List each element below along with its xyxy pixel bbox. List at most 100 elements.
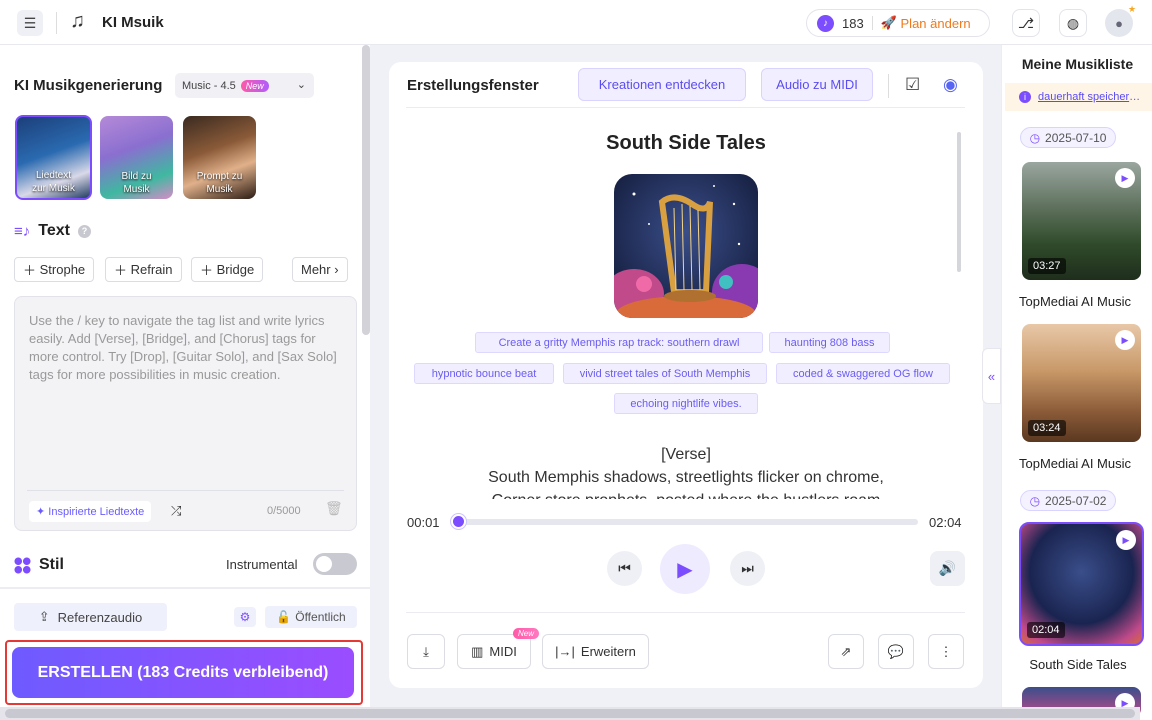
reference-audio-label: Referenzaudio xyxy=(57,609,143,625)
mode-label: Prompt zu Musik xyxy=(196,171,243,195)
shuffle-icon[interactable]: ⤮ xyxy=(171,503,181,519)
menu-icon[interactable]: ☰ xyxy=(17,10,43,36)
more-tags-label: Mehr xyxy=(301,262,331,277)
share-tree-icon[interactable]: ⎇ xyxy=(1012,9,1040,37)
divider xyxy=(888,74,889,98)
credits-plan-pill[interactable]: ♪ 183 🚀 Plan ändern xyxy=(806,9,990,37)
current-time: 00:01 xyxy=(407,515,440,530)
style-tag: echoing nightlife vibes. xyxy=(614,393,758,414)
creation-window: Erstellungsfenster Kreationen entdecken … xyxy=(389,62,983,688)
credit-icon: ♪ xyxy=(817,14,834,32)
play-icon[interactable]: ▶ xyxy=(1115,168,1135,188)
play-icon[interactable]: ▶ xyxy=(660,544,710,594)
progress-handle[interactable] xyxy=(451,514,466,529)
divider xyxy=(56,12,57,34)
scrollbar[interactable] xyxy=(957,132,961,272)
add-verse-button[interactable]: ＋ Strophe xyxy=(14,257,95,282)
trash-icon[interactable]: 🗑 xyxy=(325,500,343,517)
new-badge: New xyxy=(513,628,540,639)
music-list-title: Meine Musikliste xyxy=(1021,56,1134,72)
section-title: KI Musikgenerierung xyxy=(14,77,163,94)
collapse-panel-icon[interactable]: « xyxy=(982,348,1001,404)
divider xyxy=(0,587,370,589)
lyrics-input[interactable]: Use the / key to navigate the tag list a… xyxy=(14,296,357,531)
music-note-icon: ♫ xyxy=(70,10,85,32)
song-name[interactable]: TopMediai AI Music xyxy=(1019,294,1147,309)
character-count: 0/5000 xyxy=(267,505,301,517)
clock-icon: ◷ xyxy=(1029,493,1041,508)
progress-track[interactable] xyxy=(458,519,918,525)
instrumental-label: Instrumental xyxy=(226,557,298,572)
download-icon[interactable]: ⤓ xyxy=(407,634,445,669)
model-version-select[interactable]: Music - 4.5 New ⌄ xyxy=(175,73,314,98)
clock-icon: ◷ xyxy=(1029,130,1041,145)
add-bridge-label: Bridge xyxy=(216,262,255,277)
music-list-panel: Meine Musikliste i dauerhaft speicher… ◷… xyxy=(1001,45,1152,720)
style-tag: coded & swaggered OG flow xyxy=(776,363,950,384)
public-toggle[interactable]: 🔓 Öffentlich xyxy=(265,606,357,628)
song-card[interactable]: ▶ 03:24 xyxy=(1022,324,1141,442)
divider xyxy=(406,107,965,108)
song-duration: 03:24 xyxy=(1028,420,1066,436)
reference-audio-button[interactable]: ⇪ Referenzaudio xyxy=(14,603,167,631)
discover-creations-button[interactable]: Kreationen entdecken xyxy=(578,68,746,101)
mode-lyrics-to-music[interactable]: Liedtext zur Musik xyxy=(15,115,92,200)
scrollbar-thumb[interactable] xyxy=(5,709,1135,718)
storage-notice[interactable]: i dauerhaft speicher… xyxy=(1005,83,1152,111)
checklist-icon[interactable]: ☑ xyxy=(905,75,920,95)
panel-title: Erstellungsfenster xyxy=(407,77,539,94)
add-verse-label: Strophe xyxy=(39,262,86,277)
comment-icon[interactable]: 💬 xyxy=(878,634,914,669)
song-card[interactable]: ▶ 03:27 xyxy=(1022,162,1141,280)
inspired-lyrics-button[interactable]: ✦ Inspirierte Liedtexte xyxy=(29,501,152,522)
more-tags-button[interactable]: Mehr › xyxy=(292,257,348,282)
chevron-down-icon: ⌄ xyxy=(296,79,306,91)
extend-button[interactable]: |→| Erweitern xyxy=(542,634,649,669)
song-name[interactable]: TopMediai AI Music xyxy=(1019,456,1147,471)
song-name[interactable]: South Side Tales xyxy=(1014,657,1142,672)
upload-icon: ⇪ xyxy=(38,609,50,624)
crown-icon: ★ xyxy=(1128,4,1137,14)
midi-button[interactable]: ▥ MIDI xyxy=(457,634,531,669)
mode-prompt-to-music[interactable]: Prompt zu Musik xyxy=(183,116,256,199)
divider xyxy=(27,490,344,491)
scrollbar[interactable] xyxy=(362,45,370,335)
more-icon[interactable]: ⋮ xyxy=(928,634,964,669)
storage-notice-link[interactable]: dauerhaft speicher xyxy=(1038,91,1129,103)
text-heading: ≡♪ Text ? xyxy=(14,222,91,240)
add-bridge-button[interactable]: ＋ Bridge xyxy=(191,257,264,282)
harp-illustration xyxy=(614,174,758,318)
audio-to-midi-button[interactable]: Audio zu MIDI xyxy=(761,68,873,101)
lock-icon: 🔓 xyxy=(276,610,292,624)
lyrics-line: [Verse] xyxy=(661,446,711,463)
instrumental-toggle[interactable] xyxy=(313,553,357,575)
create-button[interactable]: ERSTELLEN (183 Credits verbleibend) xyxy=(12,647,354,698)
total-time: 02:04 xyxy=(929,515,962,530)
globe-icon[interactable]: ◍ xyxy=(1059,9,1087,37)
lyrics-line: South Memphis shadows, streetlights flic… xyxy=(488,469,884,486)
play-icon[interactable]: ▶ xyxy=(1115,330,1135,350)
gear-icon[interactable]: ⚙ xyxy=(234,607,256,627)
song-card-selected[interactable]: ▶ 02:04 xyxy=(1019,522,1144,646)
style-heading: Stil xyxy=(14,556,64,574)
help-icon[interactable]: ? xyxy=(77,224,91,238)
inspired-lyrics-label: Inspirierte Liedtexte xyxy=(48,505,145,518)
date-group: ◷ 2025-07-02 xyxy=(1020,490,1116,511)
add-chorus-button[interactable]: ＋ Refrain xyxy=(105,257,182,282)
midi-label: MIDI xyxy=(489,644,517,659)
change-plan-link[interactable]: Plan ändern xyxy=(901,16,971,31)
play-icon[interactable]: ▶ xyxy=(1116,530,1136,550)
next-icon[interactable]: ⏭ xyxy=(730,551,765,586)
app-title: KI Msuik xyxy=(102,14,164,31)
discord-icon[interactable]: ◉ xyxy=(943,75,958,95)
date-label: 2025-07-02 xyxy=(1045,493,1107,508)
lyrics-placeholder: Use the / key to navigate the tag list a… xyxy=(29,313,337,382)
extend-icon: |→| xyxy=(555,644,575,659)
grid-icon xyxy=(14,556,31,574)
previous-icon[interactable]: ⏮ xyxy=(607,551,642,586)
divider xyxy=(871,16,873,30)
model-version-label: Music - 4.5 xyxy=(182,79,236,92)
share-icon[interactable]: ⇗ xyxy=(828,634,864,669)
volume-icon[interactable]: 🔊 xyxy=(930,551,965,586)
mode-image-to-music[interactable]: Bild zu Musik xyxy=(100,116,173,199)
